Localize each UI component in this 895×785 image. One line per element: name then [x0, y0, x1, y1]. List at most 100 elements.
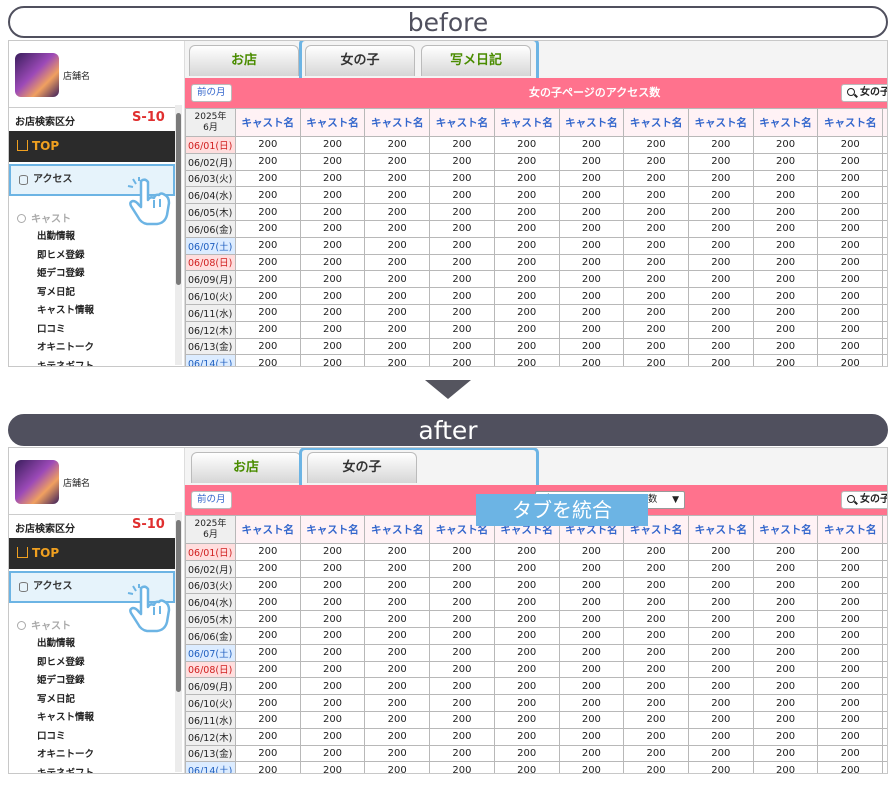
value-cell: 200 — [429, 660, 495, 679]
table-row: 06/10(火) 200 200 200 200 200 200 200 200 200 200 — [185, 287, 887, 305]
down-arrow-icon — [425, 380, 471, 399]
cast-column-header[interactable]: キャスト名 — [299, 515, 366, 544]
date-cell: 06/07(土) — [185, 643, 236, 662]
sidebar-item-7[interactable]: オキニトーク — [37, 339, 94, 353]
cast-column-header[interactable]: キャスト名 — [493, 108, 560, 137]
sidebar-scrollbar[interactable] — [176, 520, 181, 692]
value-cell: 200 — [493, 303, 560, 322]
value-cell: 200 — [817, 660, 884, 679]
home-icon — [17, 547, 28, 558]
value-cell: 200 — [558, 626, 625, 645]
value-cell: 200 — [817, 744, 884, 763]
value-cell: 200 — [364, 136, 431, 154]
value-cell: 200 — [817, 710, 884, 729]
value-cell: 200 — [429, 593, 495, 612]
value-cell: 200 — [364, 744, 431, 763]
sidebar-item-7[interactable]: オキニトーク — [37, 746, 94, 760]
date-cell: 06/03(火) — [185, 169, 236, 188]
cast-column-header[interactable]: キャスト名 — [364, 515, 431, 544]
sidebar-item-4[interactable]: 写メ日記 — [37, 284, 75, 298]
cast-column-header[interactable]: キャスト名 — [429, 108, 495, 137]
cast-column-header[interactable]: キャスト名 — [687, 515, 754, 544]
value-cell: 200 — [364, 576, 431, 595]
date-cell: 06/12(木) — [185, 320, 236, 339]
value-cell: 200 — [493, 677, 560, 696]
value-cell: 200 — [817, 136, 884, 154]
sidebar-item-6[interactable]: 口コミ — [37, 321, 66, 335]
cast-column-header[interactable]: キャスト名 — [299, 108, 366, 137]
date-cell: 06/01(日) — [185, 136, 236, 154]
value-cell: 200 — [493, 203, 560, 221]
value-cell: 200 — [234, 236, 301, 255]
value-cell: 200 — [752, 626, 819, 645]
value-cell: 200 — [234, 677, 301, 696]
value-cell: 200 — [364, 559, 431, 578]
toolbar: 前の月 女の子 女の子ページのアクセス数 — [185, 78, 887, 108]
date-cell: 06/13(金) — [185, 337, 236, 356]
date-cell: 06/10(火) — [185, 287, 236, 305]
date-cell: 06/08(日) — [185, 253, 236, 272]
sidebar-scrollbar[interactable] — [176, 113, 181, 285]
cast-column-header[interactable]: キャスト名 — [752, 108, 819, 137]
sidebar-item-2[interactable]: 即ヒメ登録 — [37, 654, 85, 668]
value-cell: 200 — [687, 610, 754, 628]
prev-month-button[interactable]: 前の月 — [191, 84, 232, 102]
value-cell: 200 — [687, 219, 754, 238]
tab-1[interactable]: お店 — [189, 45, 299, 76]
sidebar-item-6[interactable]: 口コミ — [37, 728, 66, 742]
search-button[interactable]: 女の子 — [841, 491, 887, 509]
value-cell: 200 — [752, 303, 819, 322]
value-cell: 200 — [364, 186, 431, 205]
cast-column-header[interactable]: キャスト名 — [687, 108, 754, 137]
value-cell: 200 — [234, 559, 301, 578]
cast-column-header[interactable]: キャスト名 — [234, 108, 301, 137]
sidebar-item-3[interactable]: 姫デコ登録 — [37, 265, 85, 279]
value-cell: 200 — [623, 543, 689, 561]
value-cell: 200 — [752, 710, 819, 729]
value-cell: 200 — [493, 337, 560, 356]
sidebar-item-1[interactable]: 出勤情報 — [37, 635, 75, 649]
sidebar-item-top[interactable]: TOP — [9, 131, 175, 162]
date-cell: 06/07(土) — [185, 236, 236, 255]
date-cell: 06/11(水) — [185, 303, 236, 322]
search-button[interactable]: 女の子 — [841, 84, 887, 102]
cast-column-header[interactable]: キャスト名 — [234, 515, 301, 544]
value-cell: 200 — [299, 253, 366, 272]
value-cell: 200 — [817, 203, 884, 221]
value-cell: 200 — [623, 626, 689, 645]
sidebar-item-5[interactable]: キャスト情報 — [37, 302, 94, 316]
value-cell: 200 — [558, 643, 625, 662]
value-cell: 200 — [493, 236, 560, 255]
sidebar-item-5[interactable]: キャスト情報 — [37, 709, 94, 723]
value-cell: 200 — [299, 543, 366, 561]
value-cell: 200 — [558, 744, 625, 763]
table-row: 06/14(土) 200 200 200 200 200 200 200 200 200 200 — [185, 354, 887, 366]
value-cell: 200 — [558, 354, 625, 366]
value-cell: 200 — [493, 610, 560, 628]
cast-column-header[interactable]: キャスト名 — [817, 108, 884, 137]
sidebar-item-1[interactable]: 出勤情報 — [37, 228, 75, 242]
value-cell: 200 — [364, 677, 431, 696]
year-month-header: 2025年 6月 — [185, 108, 236, 137]
value-cell: 200 — [817, 253, 884, 272]
cast-column-header[interactable]: キャスト名 — [558, 108, 625, 137]
value-cell: 200 — [752, 677, 819, 696]
table-row: 06/06(金) 200 200 200 200 200 200 200 200 200 200 — [185, 626, 887, 645]
value-cell: 200 — [558, 270, 625, 289]
sidebar-item-4[interactable]: 写メ日記 — [37, 691, 75, 705]
sidebar-item-3[interactable]: 姫デコ登録 — [37, 672, 85, 686]
value-cell: 200 — [752, 694, 819, 712]
sidebar-item-8[interactable]: キテネギフト — [37, 358, 94, 367]
cast-column-header[interactable]: キャスト名 — [623, 108, 689, 137]
tab-1[interactable]: お店 — [191, 452, 301, 483]
cast-column-header[interactable]: キャスト名 — [817, 515, 884, 544]
prev-month-button[interactable]: 前の月 — [191, 491, 232, 509]
sidebar-item-8[interactable]: キテネギフト — [37, 765, 94, 774]
cast-column-header[interactable]: キャスト名 — [364, 108, 431, 137]
value-cell: 200 — [558, 610, 625, 628]
sidebar-item-top[interactable]: TOP — [9, 538, 175, 569]
value-cell: 200 — [364, 270, 431, 289]
value-cell: 200 — [493, 744, 560, 763]
sidebar-item-2[interactable]: 即ヒメ登録 — [37, 247, 85, 261]
cast-column-header[interactable]: キャスト名 — [752, 515, 819, 544]
